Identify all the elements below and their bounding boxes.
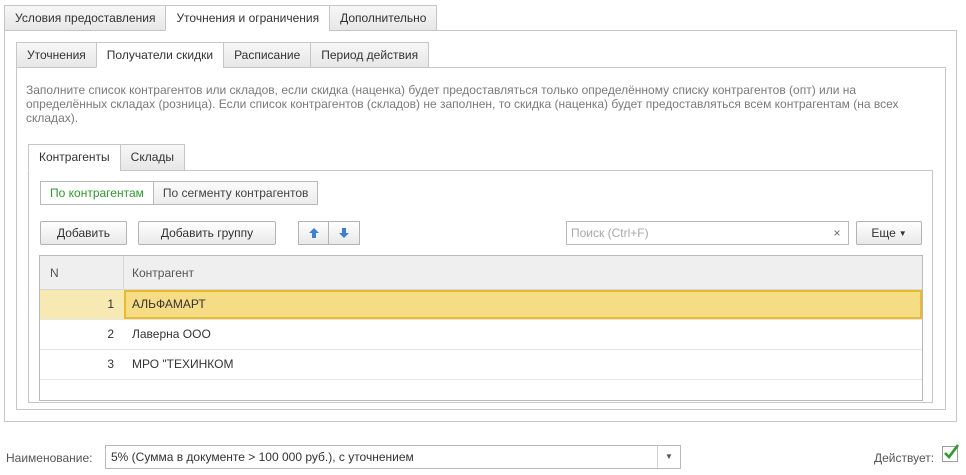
row-counterparty[interactable]: АЛЬФАМАРТ — [124, 290, 922, 319]
main-tabs: Условия предоставления Уточнения и огран… — [4, 5, 438, 31]
row-number: 3 — [107, 357, 114, 371]
inner-tabs: Контрагенты Склады — [28, 144, 186, 171]
arrow-up-icon — [308, 228, 319, 238]
tab-counterparties[interactable]: Контрагенты — [28, 144, 120, 171]
by-segment-button[interactable]: По сегменту контрагентов — [152, 181, 319, 205]
name-value[interactable]: 5% (Сумма в документе > 100 000 руб.), с… — [106, 446, 680, 468]
more-label: Еще — [871, 226, 896, 240]
tab-refinements-restrictions[interactable]: Уточнения и ограничения — [165, 5, 330, 31]
column-header-n[interactable]: N — [40, 256, 124, 289]
move-down-button[interactable] — [329, 221, 360, 245]
table-row[interactable]: 1 АЛЬФАМАРТ — [40, 290, 922, 320]
checkmark-icon — [944, 444, 959, 459]
tab-validity-period[interactable]: Период действия — [310, 42, 430, 68]
table-row[interactable]: 2 Лаверна ООО — [40, 320, 922, 350]
column-header-counterparty[interactable]: Контрагент — [124, 256, 922, 289]
sub-tabs: Уточнения Получатели скидки Расписание П… — [16, 42, 430, 68]
filter-mode-switch: По контрагентам По сегменту контрагентов — [40, 181, 319, 205]
name-field[interactable]: 5% (Сумма в документе > 100 000 руб.), с… — [105, 445, 681, 469]
row-counterparty[interactable]: МРО "ТЕХИНКОМ — [124, 350, 922, 379]
name-label: Наименование: — [6, 451, 93, 465]
dropdown-arrow-icon[interactable]: ▼ — [657, 446, 680, 468]
clear-search-icon[interactable]: × — [826, 222, 848, 244]
counterparties-table: N Контрагент 1 АЛЬФАМАРТ 2 Лаверна ООО 3… — [39, 255, 923, 401]
row-counterparty[interactable]: Лаверна ООО — [124, 320, 922, 349]
table-header: N Контрагент — [40, 256, 922, 290]
search-input[interactable] — [567, 222, 822, 244]
tab-additional[interactable]: Дополнительно — [329, 5, 438, 31]
tab-refinements[interactable]: Уточнения — [16, 42, 96, 68]
active-label: Действует: — [874, 451, 935, 465]
by-counterparty-button[interactable]: По контрагентам — [40, 181, 153, 205]
add-group-button[interactable]: Добавить группу — [138, 221, 276, 245]
active-checkbox[interactable] — [942, 444, 959, 462]
tab-warehouses[interactable]: Склады — [119, 144, 186, 171]
tab-conditions[interactable]: Условия предоставления — [4, 5, 166, 31]
table-row[interactable]: 3 МРО "ТЕХИНКОМ — [40, 350, 922, 380]
info-text: Заполните список контрагентов или складо… — [26, 83, 899, 125]
move-buttons — [298, 221, 360, 245]
tab-schedule[interactable]: Расписание — [223, 42, 311, 68]
more-button[interactable]: Еще ▼ — [856, 221, 922, 245]
arrow-down-icon — [339, 228, 349, 238]
row-number: 2 — [107, 327, 114, 341]
caret-down-icon: ▼ — [898, 229, 907, 238]
search-box: × — [566, 221, 849, 245]
move-up-button[interactable] — [298, 221, 329, 245]
row-number: 1 — [107, 297, 114, 311]
add-button[interactable]: Добавить — [40, 221, 127, 245]
tab-discount-recipients[interactable]: Получатели скидки — [95, 42, 224, 68]
